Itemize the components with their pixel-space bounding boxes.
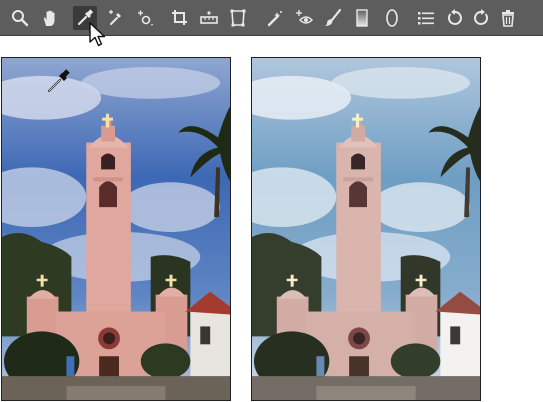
targeted-adjustment-icon bbox=[138, 10, 153, 26]
targeted-adjustment-tool-button[interactable] bbox=[133, 6, 157, 30]
straighten-icon bbox=[200, 11, 218, 24]
red-eye-tool-button[interactable] bbox=[292, 6, 316, 30]
color-sampler-icon bbox=[109, 10, 121, 25]
adjustment-brush-tool-button[interactable] bbox=[321, 6, 345, 30]
graduated-filter-tool-button[interactable] bbox=[350, 6, 374, 30]
brush-icon bbox=[325, 8, 342, 26]
zoom-tool-button[interactable] bbox=[8, 6, 32, 30]
transform-icon bbox=[230, 9, 246, 27]
photo-after[interactable] bbox=[251, 57, 481, 401]
church-photo-before bbox=[2, 58, 230, 400]
crop-icon bbox=[172, 10, 187, 25]
red-eye-icon bbox=[296, 10, 314, 24]
delete-button[interactable] bbox=[496, 6, 520, 30]
toolbar bbox=[0, 0, 543, 36]
crop-tool-button[interactable] bbox=[168, 6, 192, 30]
transform-tool-button[interactable] bbox=[226, 6, 250, 30]
spot-removal-icon bbox=[267, 11, 282, 27]
radial-filter-icon bbox=[386, 9, 398, 27]
rotate-left-button[interactable] bbox=[443, 6, 467, 30]
straighten-tool-button[interactable] bbox=[197, 6, 221, 30]
hand-tool-button[interactable] bbox=[38, 6, 62, 30]
trash-icon bbox=[502, 10, 514, 27]
eyedropper-cursor-icon bbox=[48, 69, 70, 92]
zoom-icon bbox=[12, 10, 29, 27]
preferences-button[interactable] bbox=[414, 6, 438, 30]
radial-filter-tool-button[interactable] bbox=[380, 6, 404, 30]
spot-removal-tool-button[interactable] bbox=[263, 6, 287, 30]
list-icon bbox=[418, 12, 434, 25]
rotate-ccw-icon bbox=[447, 9, 462, 25]
mouse-pointer-icon bbox=[89, 22, 106, 47]
rotate-cw-icon bbox=[474, 9, 489, 25]
church-photo-after bbox=[252, 58, 480, 400]
graduated-filter-icon bbox=[356, 9, 368, 27]
rotate-right-button[interactable] bbox=[469, 6, 493, 30]
photo-before[interactable] bbox=[1, 57, 231, 401]
camera-raw-window bbox=[0, 0, 543, 402]
hand-icon bbox=[43, 10, 55, 26]
